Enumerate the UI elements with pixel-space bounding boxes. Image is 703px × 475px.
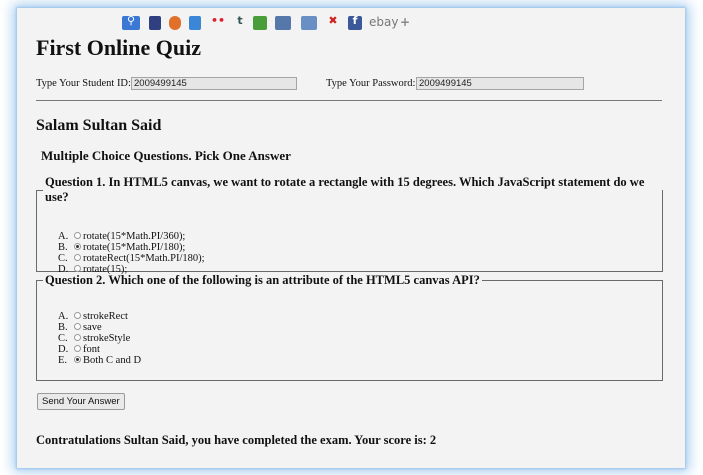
option-text: strokeRect xyxy=(83,311,128,322)
student-name: Salam Sultan Said xyxy=(36,117,162,134)
radio-button[interactable] xyxy=(74,345,81,352)
password-label: Type Your Password: xyxy=(326,78,416,89)
search-icon[interactable]: ⚲ xyxy=(122,15,140,30)
option-letter: B. xyxy=(58,322,68,333)
question-2-option-e[interactable]: E. Both C and D xyxy=(58,355,141,366)
option-letter: D. xyxy=(58,344,69,355)
add-icon[interactable]: + xyxy=(400,15,410,29)
option-text: rotateRect(15*Math.PI/180); xyxy=(83,253,205,264)
question-1-option-b[interactable]: B. rotate(15*Math.PI/180); xyxy=(58,242,185,253)
option-text: save xyxy=(83,322,102,333)
option-letter: C. xyxy=(58,253,68,264)
flickr-icon[interactable]: •• xyxy=(211,15,225,30)
student-id-label: Type Your Student ID: xyxy=(36,78,131,89)
question-1-option-c[interactable]: C. rotateRect(15*Math.PI/180); xyxy=(58,253,205,264)
question-1-fieldset: Question 1. In HTML5 canvas, we want to … xyxy=(36,175,663,275)
question-2-option-c[interactable]: C. strokeStyle xyxy=(58,333,130,344)
question-2-option-a[interactable]: A. strokeRect xyxy=(58,311,128,322)
option-text: font xyxy=(83,344,100,355)
mail-icon[interactable] xyxy=(149,16,161,30)
option-letter: C. xyxy=(58,333,68,344)
radio-button[interactable] xyxy=(74,232,81,239)
weather-icon[interactable] xyxy=(301,16,317,30)
tumblr-icon[interactable]: t xyxy=(235,15,245,30)
mail-icon[interactable] xyxy=(189,16,201,30)
chart-icon[interactable] xyxy=(275,16,291,30)
radio-button[interactable] xyxy=(74,254,81,261)
radio-button-selected[interactable] xyxy=(74,356,81,363)
firefox-icon[interactable] xyxy=(169,16,181,30)
browser-toolbar-strip: ⚲ •• t ✖ f ebay + xyxy=(17,8,685,30)
radio-button-selected[interactable] xyxy=(74,243,81,250)
radio-button[interactable] xyxy=(74,265,81,272)
result-message: Contratulations Sultan Said, you have co… xyxy=(36,433,437,447)
radio-button[interactable] xyxy=(74,334,81,341)
radio-button[interactable] xyxy=(74,323,81,330)
question-2-option-b[interactable]: B. save xyxy=(58,322,102,333)
option-letter: E. xyxy=(58,355,68,366)
question-2-fieldset: Question 2. Which one of the following i… xyxy=(36,273,663,381)
option-text: strokeStyle xyxy=(83,333,131,344)
option-text: rotate(15*Math.PI/360); xyxy=(83,231,186,242)
student-id-input[interactable] xyxy=(131,77,297,90)
option-letter: A. xyxy=(58,311,69,322)
option-letter: B. xyxy=(58,242,68,253)
page-title: First Online Quiz xyxy=(36,35,201,60)
option-text: rotate(15*Math.PI/180); xyxy=(83,242,186,253)
question-2-option-d[interactable]: D. font xyxy=(58,344,100,355)
send-answer-button[interactable]: Send Your Answer xyxy=(37,393,125,410)
quiz-window: ⚲ •• t ✖ f ebay + First Online Quiz Type… xyxy=(17,8,685,468)
question-1-text: Question 1. In HTML5 canvas, we want to … xyxy=(45,175,645,204)
bookmark-icon[interactable]: ✖ xyxy=(327,15,339,30)
ebay-link[interactable]: ebay xyxy=(369,15,398,29)
maps-icon[interactable] xyxy=(253,16,267,30)
radio-button[interactable] xyxy=(74,312,81,319)
question-1-option-a[interactable]: A. rotate(15*Math.PI/360); xyxy=(58,231,185,242)
question-2-text: Question 2. Which one of the following i… xyxy=(45,273,480,287)
facebook-icon[interactable]: f xyxy=(348,15,362,30)
password-input[interactable] xyxy=(416,77,584,90)
option-text: Both C and D xyxy=(83,355,142,366)
option-letter: A. xyxy=(58,231,69,242)
instructions-heading: Multiple Choice Questions. Pick One Answ… xyxy=(41,148,291,163)
divider xyxy=(36,100,662,101)
